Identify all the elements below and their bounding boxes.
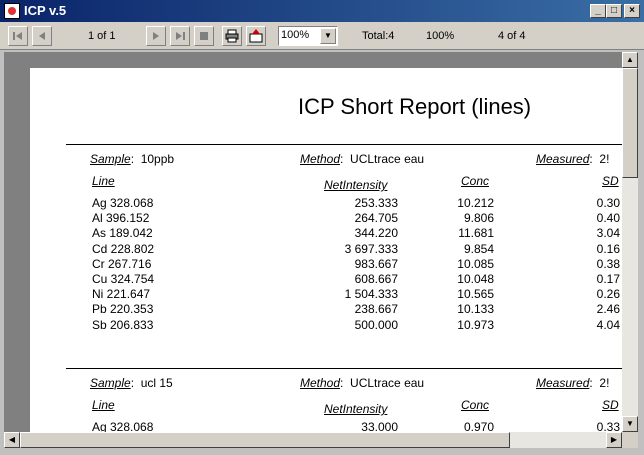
cell-line: Pb 220.353 xyxy=(92,302,154,317)
close-button[interactable]: × xyxy=(624,4,640,18)
cell-conc: 11.681 xyxy=(458,226,494,241)
scroll-down-button[interactable]: ▼ xyxy=(622,416,638,432)
zoom-value: 100% xyxy=(281,29,310,41)
column-header-sd: SD xyxy=(602,398,619,412)
previous-page-icon xyxy=(39,32,45,40)
page-indicator: 1 of 1 xyxy=(88,30,116,42)
cell-sd: 0.38 xyxy=(596,256,620,271)
cell-conc: 0.970 xyxy=(463,420,494,432)
cell-sd: 0.26 xyxy=(596,287,620,302)
cell-net: 264.705 xyxy=(354,211,398,226)
horizontal-scrollbar[interactable]: ◀ ▶ xyxy=(4,432,622,448)
toolbar: 1 of 1 100% ▼ Total:4 100% 4 of 4 xyxy=(0,22,644,50)
cell-net: 33.000 xyxy=(361,420,398,432)
cell-line: Ag 328.068 xyxy=(92,196,154,210)
first-page-button[interactable] xyxy=(8,26,28,46)
export-button[interactable] xyxy=(246,26,266,46)
measured-label: Measured: 2! xyxy=(536,152,610,166)
cell-conc: 10.212 xyxy=(457,196,494,210)
minimize-button[interactable]: _ xyxy=(590,4,606,18)
cell-sd: 0.33 xyxy=(596,420,620,432)
cell-conc: 9.854 xyxy=(463,241,494,256)
cell-sd: 2.46 xyxy=(596,302,620,317)
column-header-sd: SD xyxy=(602,174,619,188)
vertical-scroll-thumb[interactable] xyxy=(622,68,638,178)
column-header-net-intensity: NetIntensity xyxy=(324,402,388,416)
cell-net: 253.333 xyxy=(354,196,398,210)
column-header-line: Line xyxy=(92,174,115,188)
title-bar: ICP v.5 _ □ × xyxy=(0,0,644,22)
cell-net: 608.667 xyxy=(354,272,398,286)
size-grip[interactable] xyxy=(622,432,638,448)
column-header-conc: Conc xyxy=(461,398,490,412)
stop-icon xyxy=(200,32,208,40)
cell-conc: 10.085 xyxy=(457,256,494,271)
cell-line: Sb 206.833 xyxy=(92,317,154,332)
cell-sd: 3.04 xyxy=(596,226,620,241)
maximize-button[interactable]: □ xyxy=(606,4,622,18)
method-label: Method: UCLtrace eau xyxy=(300,152,425,166)
next-page-icon xyxy=(153,32,159,40)
cell-line: Al 396.152 xyxy=(92,211,150,226)
cell-net: 3 697.333 xyxy=(344,241,398,256)
scroll-up-button[interactable]: ▲ xyxy=(622,52,638,68)
cell-line: Cd 228.802 xyxy=(92,241,155,256)
cell-sd: 4.04 xyxy=(596,317,620,332)
column-header-line: Line xyxy=(92,398,115,412)
record-position: 4 of 4 xyxy=(498,30,526,42)
cell-conc: 10.133 xyxy=(457,302,494,317)
report-page: ICP Short Report (lines) Sample: 10ppb M… xyxy=(30,68,622,432)
cell-line: Ni 221.647 xyxy=(92,287,151,302)
cell-sd: 0.17 xyxy=(596,272,620,286)
cell-conc: 10.973 xyxy=(457,317,494,332)
cell-line: Ag 328.068 xyxy=(92,420,154,432)
cell-sd: 0.16 xyxy=(596,241,620,256)
app-icon xyxy=(4,3,20,19)
sample-label: Sample: 10ppb xyxy=(90,152,175,166)
cell-net: 344.220 xyxy=(354,226,398,241)
printer-icon xyxy=(225,29,239,43)
percent-value: 100% xyxy=(426,30,455,42)
cell-net: 238.667 xyxy=(354,302,398,317)
cell-sd: 0.30 xyxy=(596,196,620,210)
window-title: ICP v.5 xyxy=(24,3,67,18)
cell-line: Cu 324.754 xyxy=(92,272,155,286)
total-count: Total:4 xyxy=(362,30,395,42)
print-button[interactable] xyxy=(222,26,242,46)
cell-conc: 9.806 xyxy=(463,211,494,226)
scroll-left-button[interactable]: ◀ xyxy=(4,432,20,448)
export-icon xyxy=(249,29,263,43)
cell-sd: 0.40 xyxy=(596,211,620,226)
last-page-icon xyxy=(176,32,185,40)
scroll-right-button[interactable]: ▶ xyxy=(606,432,622,448)
column-header-net-intensity: NetIntensity xyxy=(324,178,388,192)
cell-net: 983.667 xyxy=(354,256,398,271)
section-divider xyxy=(66,144,622,145)
first-page-icon xyxy=(13,32,22,40)
cell-conc: 10.565 xyxy=(457,287,494,302)
section-divider xyxy=(66,368,622,369)
sample-label: Sample: ucl 15 xyxy=(90,376,173,390)
cell-conc: 10.048 xyxy=(457,272,494,286)
report-title: ICP Short Report (lines) xyxy=(298,94,532,119)
previous-page-button[interactable] xyxy=(32,26,52,46)
zoom-select[interactable]: 100% ▼ xyxy=(278,26,338,46)
cell-line: As 189.042 xyxy=(92,226,153,241)
vertical-scrollbar[interactable]: ▲ ▼ xyxy=(622,52,638,432)
method-label: Method: UCLtrace eau xyxy=(300,376,425,390)
cell-net: 1 504.333 xyxy=(344,287,398,302)
last-page-button[interactable] xyxy=(170,26,190,46)
next-page-button[interactable] xyxy=(146,26,166,46)
column-header-conc: Conc xyxy=(461,174,490,188)
measured-label: Measured: 2! xyxy=(536,376,610,390)
horizontal-scroll-thumb[interactable] xyxy=(20,432,510,448)
cell-net: 500.000 xyxy=(354,317,398,332)
stop-button[interactable] xyxy=(194,26,214,46)
chevron-down-icon[interactable]: ▼ xyxy=(320,28,336,44)
cell-line: Cr 267.716 xyxy=(92,256,152,271)
report-viewport[interactable]: ICP Short Report (lines) Sample: 10ppb M… xyxy=(4,52,622,432)
